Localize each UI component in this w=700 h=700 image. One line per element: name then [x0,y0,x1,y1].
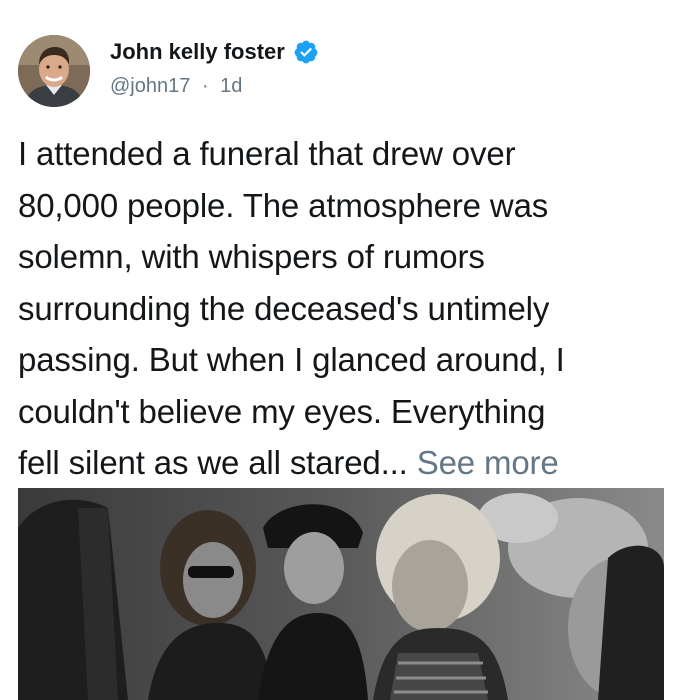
verified-badge-icon [293,39,319,65]
tweet-photo[interactable] [18,488,664,700]
tweet-line-last: fell silent as we all stared... See more [18,437,682,489]
tweet-header: John kelly foster @john17 · 1d [18,35,678,111]
meta-row: @john17 · 1d [110,75,242,98]
user-avatar-photo-icon [18,35,90,107]
photo-image-icon [18,488,664,700]
meta-separator: · [201,75,209,97]
tweet-line: 80,000 people. The atmosphere was [18,186,549,224]
tweet-line: passing. But when I glanced around, I [18,341,565,378]
tweet-line: solemn, with whispers of rumors [18,238,485,275]
avatar[interactable] [18,35,90,107]
tweet-line: I attended a funeral that drew over [18,135,516,172]
timestamp[interactable]: 1d [220,75,242,97]
see-more-link[interactable]: See more [417,444,559,481]
handle[interactable]: @john17 [110,75,190,97]
tweet-line: surrounding the deceased's untimely [18,289,550,327]
tweet-text: I attended a funeral that drew over 80,0… [18,128,682,489]
tweet-line-text: fell silent as we all stared... [18,444,408,481]
display-name[interactable]: John kelly foster [110,39,285,65]
tweet-line: couldn't believe my eyes. Everything [18,392,546,430]
name-row: John kelly foster [110,39,319,65]
